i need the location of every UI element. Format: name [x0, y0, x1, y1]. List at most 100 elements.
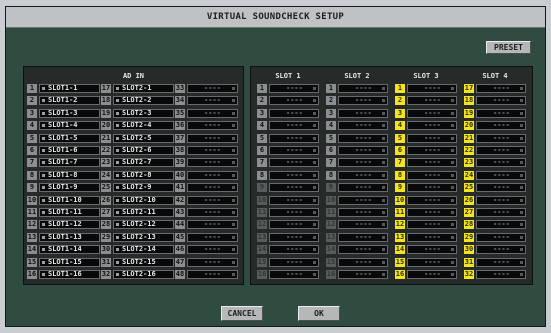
patch-select-field[interactable]: ---- [407, 146, 457, 155]
patch-select-field[interactable]: ---- [187, 121, 238, 131]
patch-select-field[interactable]: ---- [187, 195, 238, 205]
patch-select-field[interactable]: ---- [269, 195, 319, 205]
patch-select-field[interactable]: ---- [476, 84, 526, 93]
patch-select-field[interactable]: SLOT1-6 [39, 146, 100, 155]
patch-select-field[interactable]: ---- [476, 146, 526, 155]
patch-select-field[interactable]: ---- [407, 220, 457, 230]
patch-select-field[interactable]: SLOT1-14 [39, 245, 100, 255]
patch-select-field[interactable]: ---- [407, 108, 457, 118]
patch-select-field[interactable]: ---- [476, 158, 526, 168]
patch-select-field[interactable]: SLOT2-16 [113, 270, 174, 279]
patch-select-field[interactable]: SLOT2-5 [113, 133, 174, 143]
patch-select-field[interactable]: SLOT2-3 [113, 108, 174, 118]
patch-select-field[interactable]: SLOT2-7 [113, 158, 174, 168]
patch-select-field[interactable]: ---- [269, 183, 319, 193]
patch-select-field[interactable]: ---- [407, 158, 457, 168]
patch-select-field[interactable]: SLOT2-4 [113, 121, 174, 131]
patch-select-field[interactable]: ---- [407, 96, 457, 106]
patch-select-field[interactable]: ---- [269, 170, 319, 180]
patch-select-field[interactable]: ---- [269, 96, 319, 106]
patch-select-field[interactable]: ---- [187, 133, 238, 143]
patch-select-field[interactable]: ---- [338, 208, 388, 217]
patch-select-field[interactable]: ---- [407, 195, 457, 205]
patch-select-field[interactable]: ---- [187, 96, 238, 106]
patch-select-field[interactable]: ---- [338, 170, 388, 180]
patch-select-field[interactable]: ---- [407, 208, 457, 217]
patch-select-field[interactable]: SLOT2-8 [113, 170, 174, 180]
patch-select-field[interactable]: SLOT1-9 [39, 183, 100, 193]
patch-select-field[interactable]: SLOT1-11 [39, 208, 100, 217]
patch-select-field[interactable]: ---- [338, 232, 388, 242]
patch-select-field[interactable]: SLOT1-12 [39, 220, 100, 230]
patch-select-field[interactable]: ---- [187, 158, 238, 168]
preset-button[interactable]: PRESET [486, 41, 531, 54]
patch-select-field[interactable]: ---- [476, 195, 526, 205]
patch-select-field[interactable]: SLOT2-11 [113, 208, 174, 217]
patch-select-field[interactable]: SLOT1-3 [39, 108, 100, 118]
patch-select-field[interactable]: ---- [269, 158, 319, 168]
patch-select-field[interactable]: ---- [187, 108, 238, 118]
patch-select-field[interactable]: ---- [407, 133, 457, 143]
patch-select-field[interactable]: ---- [407, 183, 457, 193]
patch-select-field[interactable]: SLOT2-13 [113, 232, 174, 242]
patch-select-field[interactable]: ---- [269, 146, 319, 155]
patch-select-field[interactable]: ---- [476, 208, 526, 217]
patch-select-field[interactable]: ---- [269, 220, 319, 230]
patch-select-field[interactable]: SLOT1-5 [39, 133, 100, 143]
ok-button[interactable]: OK [298, 306, 340, 321]
patch-select-field[interactable]: ---- [187, 220, 238, 230]
patch-select-field[interactable]: SLOT2-6 [113, 146, 174, 155]
patch-select-field[interactable]: SLOT1-8 [39, 170, 100, 180]
patch-select-field[interactable]: SLOT2-15 [113, 257, 174, 267]
patch-select-field[interactable]: ---- [269, 270, 319, 279]
patch-select-field[interactable]: ---- [407, 232, 457, 242]
patch-select-field[interactable]: ---- [338, 121, 388, 131]
patch-select-field[interactable]: ---- [269, 108, 319, 118]
patch-select-field[interactable]: ---- [338, 195, 388, 205]
patch-select-field[interactable]: ---- [338, 183, 388, 193]
patch-select-field[interactable]: ---- [476, 108, 526, 118]
patch-select-field[interactable]: SLOT1-1 [39, 84, 100, 93]
patch-select-field[interactable]: SLOT2-9 [113, 183, 174, 193]
patch-select-field[interactable]: ---- [407, 121, 457, 131]
patch-select-field[interactable]: SLOT1-13 [39, 232, 100, 242]
patch-select-field[interactable]: ---- [338, 158, 388, 168]
patch-select-field[interactable]: ---- [407, 257, 457, 267]
patch-select-field[interactable]: ---- [338, 257, 388, 267]
patch-select-field[interactable]: SLOT1-4 [39, 121, 100, 131]
patch-select-field[interactable]: ---- [407, 84, 457, 93]
patch-select-field[interactable]: ---- [338, 108, 388, 118]
patch-select-field[interactable]: SLOT1-2 [39, 96, 100, 106]
cancel-button[interactable]: CANCEL [221, 306, 263, 321]
patch-select-field[interactable]: ---- [476, 245, 526, 255]
patch-select-field[interactable]: SLOT1-7 [39, 158, 100, 168]
patch-select-field[interactable]: ---- [269, 84, 319, 93]
patch-select-field[interactable]: ---- [338, 220, 388, 230]
patch-select-field[interactable]: ---- [476, 232, 526, 242]
patch-select-field[interactable]: SLOT2-10 [113, 195, 174, 205]
patch-select-field[interactable]: ---- [338, 146, 388, 155]
patch-select-field[interactable]: ---- [269, 121, 319, 131]
patch-select-field[interactable]: ---- [187, 146, 238, 155]
patch-select-field[interactable]: SLOT1-15 [39, 257, 100, 267]
patch-select-field[interactable]: ---- [338, 84, 388, 93]
patch-select-field[interactable]: ---- [187, 257, 238, 267]
patch-select-field[interactable]: ---- [476, 220, 526, 230]
patch-select-field[interactable]: ---- [187, 183, 238, 193]
patch-select-field[interactable]: ---- [269, 208, 319, 217]
patch-select-field[interactable]: ---- [338, 245, 388, 255]
patch-select-field[interactable]: ---- [338, 133, 388, 143]
patch-select-field[interactable]: ---- [187, 170, 238, 180]
patch-select-field[interactable]: ---- [269, 245, 319, 255]
patch-select-field[interactable]: ---- [476, 121, 526, 131]
patch-select-field[interactable]: ---- [476, 170, 526, 180]
patch-select-field[interactable]: ---- [187, 84, 238, 93]
patch-select-field[interactable]: ---- [476, 96, 526, 106]
patch-select-field[interactable]: ---- [269, 133, 319, 143]
patch-select-field[interactable]: ---- [338, 96, 388, 106]
patch-select-field[interactable]: ---- [269, 232, 319, 242]
patch-select-field[interactable]: ---- [338, 270, 388, 279]
patch-select-field[interactable]: SLOT2-12 [113, 220, 174, 230]
patch-select-field[interactable]: ---- [187, 232, 238, 242]
patch-select-field[interactable]: SLOT1-16 [39, 270, 100, 279]
